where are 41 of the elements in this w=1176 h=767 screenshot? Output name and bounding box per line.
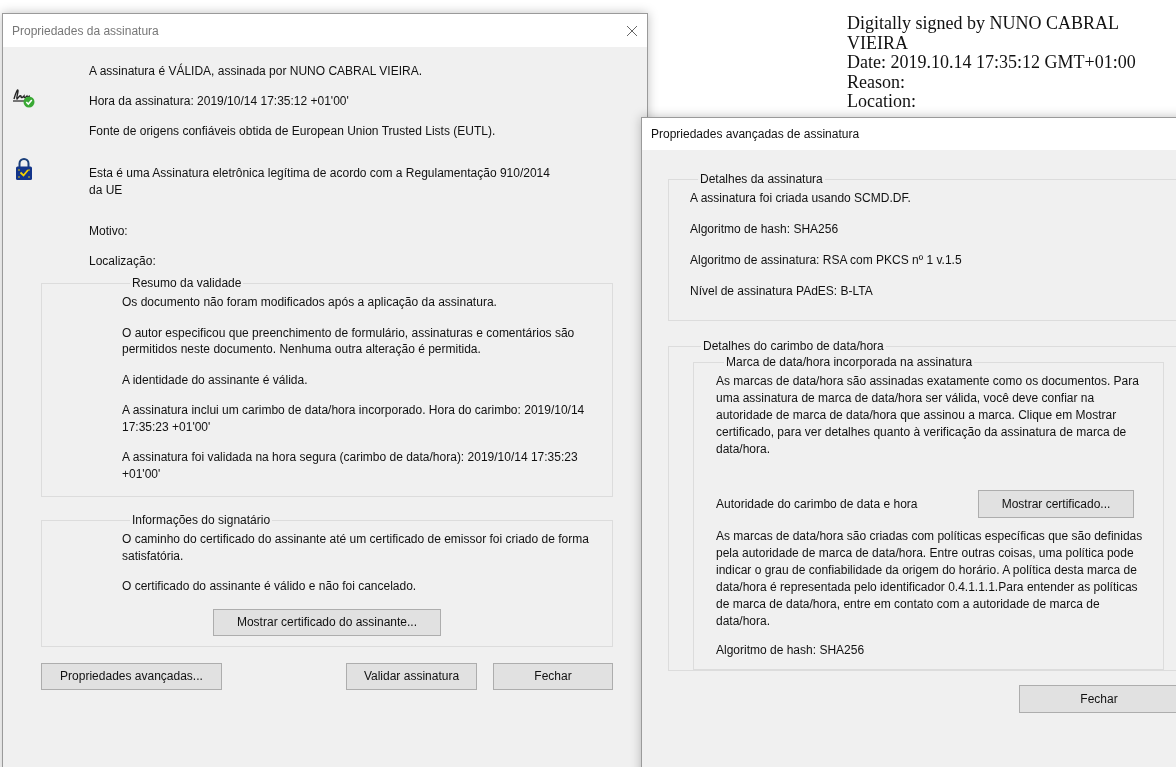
group-title: Detalhes da assinatura [699, 172, 824, 186]
advanced-properties-button[interactable]: Propriedades avançadas... [41, 662, 222, 690]
info-text: As marcas de data/hora são assinadas exatamente como os documentos. Para uma assinatura de marca de data/hora ser válida, você deve confiar na autoridade de marca de data/hora que assinou a marca. Clique em Mostrar certificado, para ver detalhes quanto à verificação da assinatura de marca de data/hora. [716, 373, 1140, 458]
close-button[interactable]: Fechar [493, 662, 613, 690]
status-text: A assinatura é VÁLIDA, assinada por NUNO CABRAL VIEIRA. [89, 63, 424, 80]
signature-text: Digitally signed by NUNO CABRAL [847, 14, 1120, 34]
signature-text: Location: [847, 92, 917, 112]
field-label: Localização: [89, 253, 157, 270]
signature-text: Reason: [847, 72, 906, 92]
status-text: Esta é uma Assinatura eletrônica legítima de acordo com a Regulamentação 910/2014 da UE [89, 165, 551, 199]
detail-text: Algoritmo de hash: SHA256 [690, 221, 840, 238]
group-title: Resumo da validade [131, 276, 243, 290]
validate-button[interactable]: Validar assinatura [346, 662, 477, 690]
window-title: Propriedades da assinatura [12, 23, 159, 38]
info-text: A assinatura foi validada na hora segura (carimbo de data/hora): 2019/10/14 17:35:23 +01'00' [122, 449, 579, 482]
signature-text: VIEIRA [847, 33, 908, 53]
close-icon[interactable] [626, 24, 638, 37]
group-title: Marca de data/hora incorporada na assinatura [725, 355, 974, 369]
info-text: Os documento não foram modificados após a aplicação da assinatura. [122, 294, 498, 311]
padlock-icon [15, 157, 33, 181]
detail-text: A assinatura foi criada usando SCMD.DF. [690, 190, 912, 207]
window-title: Propriedades avançadas de assinatura [651, 127, 860, 141]
status-text: Hora da assinatura: 2019/10/14 17:35:12 +01'00' [89, 93, 350, 110]
info-text: O autor especificou que preenchimento de formulário, assinaturas e comentários são permitidos neste documento. Nenhuma outra alteração é permitida. [122, 324, 576, 358]
detail-text: Algoritmo de assinatura: RSA com PKCS nº 1 v.1.5 [690, 252, 963, 269]
authority-label: Autoridade do carimbo de data e hora [716, 497, 919, 511]
group-title: Informações do signatário [131, 513, 272, 527]
show-certificate-button[interactable]: Mostrar certificado... [978, 490, 1134, 518]
group-title: Detalhes do carimbo de data/hora [702, 339, 885, 353]
info-text: O caminho do certificado do assinante até um certificado de emissor foi criado de forma satisfatória. [122, 531, 590, 564]
status-text: Fonte de origens confiáveis obtida de European Union Trusted Lists (EUTL). [89, 123, 497, 140]
info-text: O certificado do assinante é válido e não foi cancelado. [122, 578, 418, 595]
detail-text: Nível de assinatura PAdES: B-LTA [690, 283, 874, 300]
info-text: A identidade do assinante é válida. [122, 371, 309, 388]
info-text: A assinatura inclui um carimbo de data/hora incorporado. Hora do carimbo: 2019/10/14 17:35:23 +01'00' [122, 402, 586, 435]
close-button[interactable]: Fechar [1019, 685, 1176, 713]
show-certificate-button[interactable]: Mostrar certificado do assinante... [213, 608, 441, 636]
info-text: As marcas de data/hora são criadas com políticas específicas que são definidas pela autoridade de marca de data/hora. Entre outras coisas, uma política pode indicar o grau de confiabilidade da origem do horário. A política desta marca de data/hora é representada pelo identificador 0.4.1.1.1.Para entender as políticas de marca de data/hora, entre em contato com a autoridade de marca de data/hora. [716, 528, 1144, 630]
signature-text: Date: 2019.10.14 17:35:12 GMT+01:00 [847, 53, 1136, 73]
detail-text: Algoritmo de hash: SHA256 [716, 642, 866, 659]
field-label: Motivo: [89, 223, 129, 240]
